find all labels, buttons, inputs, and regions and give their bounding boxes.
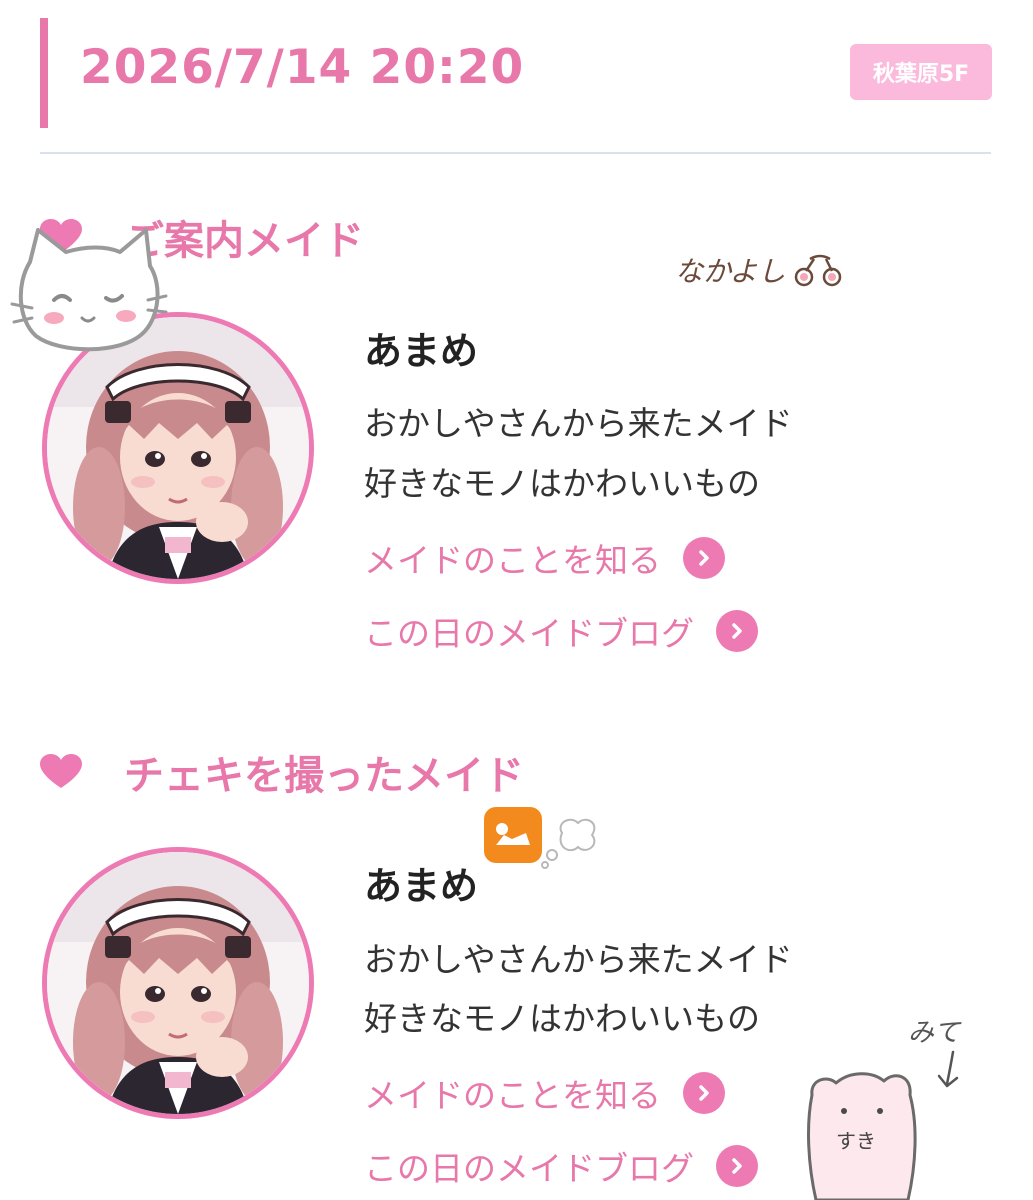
maid-name: あまめ xyxy=(364,864,479,908)
suki-sticker-text: すき xyxy=(836,1129,876,1153)
section-cheki-maid-header: チェキを撮ったメイド xyxy=(40,747,524,799)
maid-profile-link[interactable]: メイドのことを知る xyxy=(364,533,725,583)
maid-avatar[interactable] xyxy=(42,847,314,1119)
cherry-icon xyxy=(794,254,841,287)
chevron-right-icon xyxy=(716,610,758,652)
chevron-right-icon xyxy=(683,537,725,579)
visit-datetime: 2026/7/14 20:20 xyxy=(80,40,525,95)
date-accent-bar xyxy=(40,18,48,128)
maid-profile-link-label: メイドのことを知る xyxy=(364,1076,661,1115)
maid-bio-line: おかしやさんから来たメイド xyxy=(364,404,793,443)
cat-sticker-icon xyxy=(10,228,168,352)
maid-blog-link[interactable]: この日のメイドブログ xyxy=(364,1141,758,1191)
nakayoshi-sticker-text: なかよし xyxy=(675,255,786,288)
maid-photo xyxy=(47,852,309,1114)
maid-bio-line: 好きなモノはかわいいもの xyxy=(364,464,760,503)
nakayoshi-sticker: なかよし xyxy=(675,250,848,290)
maid-blog-link-label: この日のメイドブログ xyxy=(364,1149,694,1188)
store-badge: 秋葉原5F xyxy=(850,44,992,100)
maid-bio-line: おかしやさんから来たメイド xyxy=(364,940,793,979)
chevron-right-icon xyxy=(683,1072,725,1114)
maid-blog-link-label: この日のメイドブログ xyxy=(364,614,694,653)
maid-name: あまめ xyxy=(364,329,479,373)
divider xyxy=(40,152,991,154)
arrow-down-icon xyxy=(937,1050,959,1088)
sleeping-emoji-icon xyxy=(484,807,596,869)
mite-sticker-text: みて xyxy=(908,1018,961,1048)
maid-visit-card: 2026/7/14 20:20 秋葉原5F ご案内メイド あまめ おかしやさんか… xyxy=(0,0,1033,1200)
maid-profile-link[interactable]: メイドのことを知る xyxy=(364,1068,725,1118)
chevron-right-icon xyxy=(716,1145,758,1187)
section-title: チェキを撮ったメイド xyxy=(124,753,524,799)
maid-bio-line: 好きなモノはかわいいもの xyxy=(364,999,760,1038)
maid-profile-link-label: メイドのことを知る xyxy=(364,541,661,580)
heart-icon xyxy=(40,754,82,788)
maid-blog-link[interactable]: この日のメイドブログ xyxy=(364,606,758,656)
